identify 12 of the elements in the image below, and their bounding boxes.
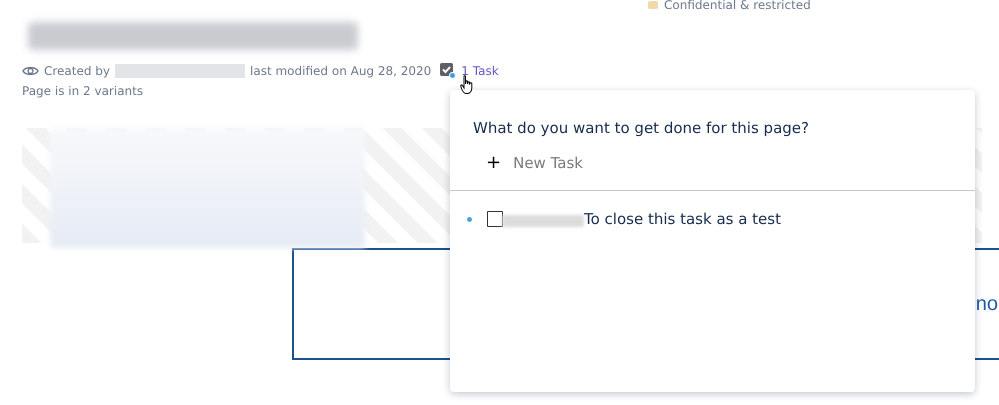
task-check-icon — [440, 63, 456, 79]
plus-icon: + — [486, 154, 502, 172]
watch-icon — [22, 65, 39, 77]
variants-note: Page is in 2 variants — [22, 83, 144, 100]
modified-date: last modified on Aug 28, 2020 — [250, 63, 432, 80]
task-text: To close this task as a test — [584, 209, 781, 230]
new-task-button[interactable]: + New Task — [486, 152, 583, 174]
created-by-label: Created by — [44, 63, 110, 80]
box-text: no — [976, 292, 998, 317]
classification-label: Confidential & restricted — [664, 0, 811, 14]
tasks-link[interactable]: 1 Task — [461, 62, 499, 80]
popup-prompt: What do you want to get done for this page? — [473, 118, 810, 139]
